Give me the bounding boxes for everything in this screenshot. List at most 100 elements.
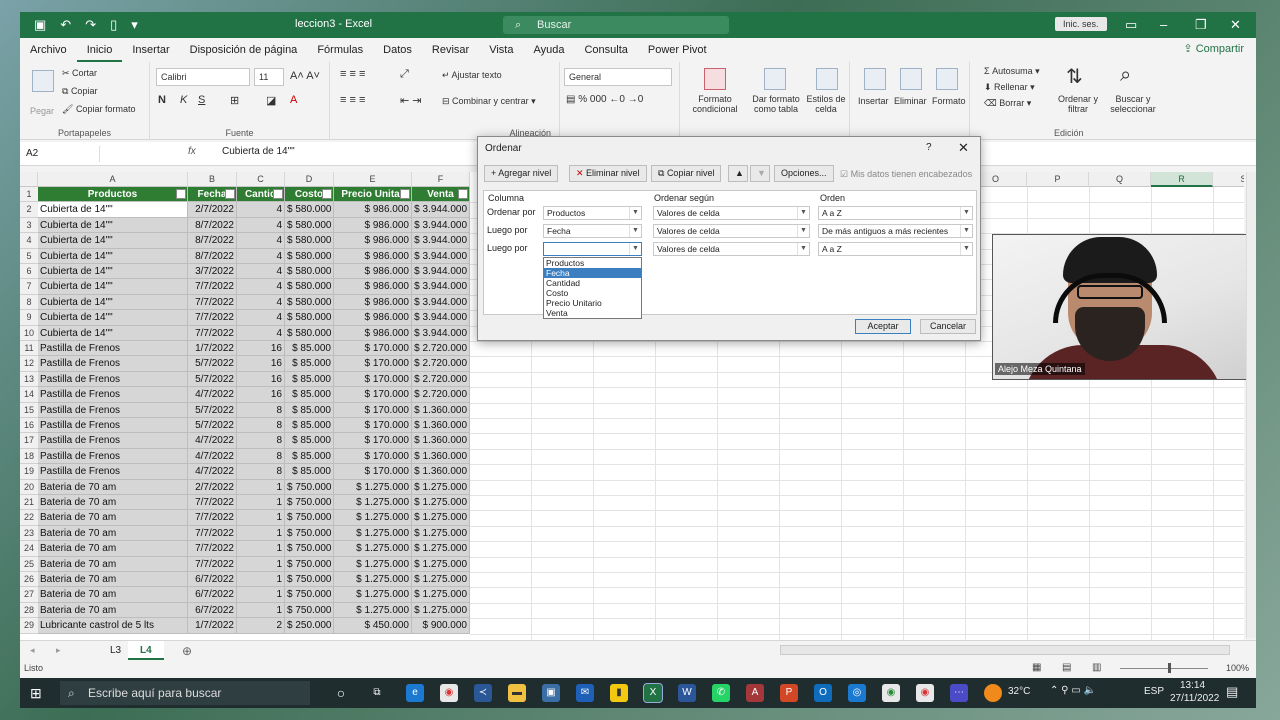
windows-start-icon[interactable]: ⊞ — [30, 685, 42, 702]
table-cell[interactable]: $ 85.000 — [285, 418, 334, 434]
table-cell[interactable]: 7/7/2022 — [188, 310, 237, 326]
table-cell[interactable]: 7/7/2022 — [188, 495, 237, 511]
table-cell[interactable]: 2/7/2022 — [188, 202, 237, 218]
table-cell[interactable]: 6/7/2022 — [188, 602, 237, 619]
row-header[interactable]: 13 — [20, 371, 38, 388]
table-cell[interactable]: $ 580.000 — [285, 217, 334, 234]
tab-scroll-right-icon[interactable]: ▸ — [56, 645, 61, 656]
table-cell[interactable]: $ 1.275.000 — [412, 541, 470, 557]
column-header[interactable]: P — [1027, 172, 1089, 187]
table-cell[interactable]: $ 250.000 — [285, 618, 334, 634]
table-cell[interactable]: 4/7/2022 — [188, 448, 237, 465]
table-cell[interactable]: Cubierta de 14"" — [38, 325, 188, 341]
table-cell[interactable]: 16 — [237, 371, 285, 388]
cut-button[interactable]: ✂ Cortar — [62, 68, 97, 79]
table-cell[interactable]: $ 750.000 — [285, 479, 334, 495]
table-cell[interactable]: Bateria de 70 am — [38, 556, 188, 572]
table-cell[interactable]: $ 1.275.000 — [334, 479, 412, 495]
table-cell[interactable]: $ 580.000 — [285, 310, 334, 326]
table-cell[interactable]: Bateria de 70 am — [38, 587, 188, 603]
language-indicator[interactable]: ESP — [1144, 686, 1164, 697]
table-cell[interactable]: 8 — [237, 418, 285, 434]
row-header[interactable]: 12 — [20, 356, 38, 372]
save-icon[interactable]: ▣ — [34, 17, 46, 33]
table-cell[interactable]: $ 170.000 — [334, 402, 412, 418]
table-cell[interactable]: 1 — [237, 587, 285, 603]
font-color-icon[interactable]: A — [290, 94, 297, 106]
access-icon[interactable]: A — [746, 684, 764, 702]
table-cell[interactable]: Bateria de 70 am — [38, 510, 188, 526]
table-cell[interactable]: 7/7/2022 — [188, 556, 237, 572]
table-cell[interactable]: $ 986.000 — [334, 264, 412, 280]
table-cell[interactable]: 6/7/2022 — [188, 572, 237, 588]
table-cell[interactable]: $ 1.275.000 — [412, 495, 470, 511]
table-cell[interactable]: 4 — [237, 264, 285, 280]
cortana-icon[interactable]: ○ — [332, 684, 350, 702]
table-cell[interactable]: $ 170.000 — [334, 464, 412, 480]
table-cell[interactable]: 8/7/2022 — [188, 233, 237, 249]
filter-dropdown-icon[interactable] — [273, 189, 283, 199]
table-cell[interactable]: $ 750.000 — [285, 556, 334, 572]
row-header[interactable]: 5 — [20, 248, 38, 264]
table-cell[interactable]: $ 1.275.000 — [334, 510, 412, 526]
table-cell[interactable]: Cubierta de 14"" — [38, 202, 188, 218]
zoom-slider-thumb[interactable] — [1168, 663, 1171, 673]
align-top-icon[interactable]: ≡ ≡ ≡ — [340, 68, 365, 80]
add-sheet-icon[interactable]: ⊕ — [182, 644, 192, 658]
table-cell[interactable]: 8/7/2022 — [188, 217, 237, 234]
tab-datos[interactable]: Datos — [373, 38, 422, 62]
column-header[interactable]: S — [1213, 172, 1244, 187]
table-header-cell[interactable]: Cantid — [237, 187, 285, 203]
table-cell[interactable]: 4 — [237, 233, 285, 249]
table-cell[interactable]: Bateria de 70 am — [38, 572, 188, 588]
tab-archivo[interactable]: Archivo — [20, 38, 77, 62]
table-cell[interactable]: $ 580.000 — [285, 233, 334, 249]
redo-icon[interactable]: ↷ — [85, 17, 96, 33]
table-cell[interactable]: Pastilla de Frenos — [38, 387, 188, 403]
table-cell[interactable]: 1 — [237, 572, 285, 588]
table-cell[interactable]: 16 — [237, 356, 285, 372]
table-header-cell[interactable]: Productos — [38, 187, 188, 203]
table-cell[interactable]: $ 750.000 — [285, 541, 334, 557]
column-header[interactable]: A — [38, 172, 188, 187]
table-cell[interactable]: $ 1.360.000 — [412, 418, 470, 434]
delete-cells-icon[interactable] — [900, 68, 922, 90]
delete-level-button[interactable]: ✕ Eliminar nivel — [569, 165, 647, 182]
format-table-button[interactable]: Dar formato como tabla — [748, 94, 804, 114]
table-cell[interactable]: $ 986.000 — [334, 310, 412, 326]
column-header[interactable]: E — [334, 172, 412, 187]
table-cell[interactable]: 8 — [237, 464, 285, 480]
tab-disposicion[interactable]: Disposición de página — [180, 38, 308, 62]
table-cell[interactable]: $ 1.275.000 — [334, 541, 412, 557]
table-cell[interactable]: $ 1.275.000 — [412, 479, 470, 495]
table-cell[interactable]: $ 3.944.000 — [412, 310, 470, 326]
tab-formulas[interactable]: Fórmulas — [307, 38, 373, 62]
powerbi-icon[interactable]: ▮ — [610, 684, 628, 702]
table-cell[interactable]: Bateria de 70 am — [38, 525, 188, 542]
table-cell[interactable]: $ 170.000 — [334, 371, 412, 388]
table-cell[interactable]: $ 2.720.000 — [412, 371, 470, 388]
table-cell[interactable]: 2/7/2022 — [188, 479, 237, 495]
table-cell[interactable]: $ 750.000 — [285, 587, 334, 603]
table-cell[interactable]: $ 85.000 — [285, 341, 334, 357]
level1-sort-on-select[interactable]: Valores de celda ▼ — [653, 206, 810, 220]
table-cell[interactable]: $ 3.944.000 — [412, 233, 470, 249]
table-cell[interactable]: $ 85.000 — [285, 387, 334, 403]
row-header[interactable]: 8 — [20, 294, 38, 311]
orientation-icon[interactable]: ⤢ — [400, 68, 409, 81]
table-cell[interactable]: $ 1.360.000 — [412, 448, 470, 465]
table-cell[interactable]: 4 — [237, 202, 285, 218]
powerpoint-icon[interactable]: P — [780, 684, 798, 702]
table-cell[interactable]: $ 1.275.000 — [334, 602, 412, 619]
row-header[interactable]: 3 — [20, 217, 38, 234]
select-all-corner[interactable] — [20, 172, 38, 187]
filter-dropdown-icon[interactable] — [176, 189, 186, 199]
table-cell[interactable]: 1 — [237, 525, 285, 542]
table-cell[interactable]: $ 1.275.000 — [412, 556, 470, 572]
format-cells-button[interactable]: Formato — [932, 96, 966, 106]
table-cell[interactable]: $ 85.000 — [285, 356, 334, 372]
table-cell[interactable]: $ 1.275.000 — [412, 510, 470, 526]
row-header[interactable]: 16 — [20, 418, 38, 434]
table-cell[interactable]: 5/7/2022 — [188, 356, 237, 372]
sort-filter-icon[interactable]: ⇅ — [1066, 64, 1083, 89]
